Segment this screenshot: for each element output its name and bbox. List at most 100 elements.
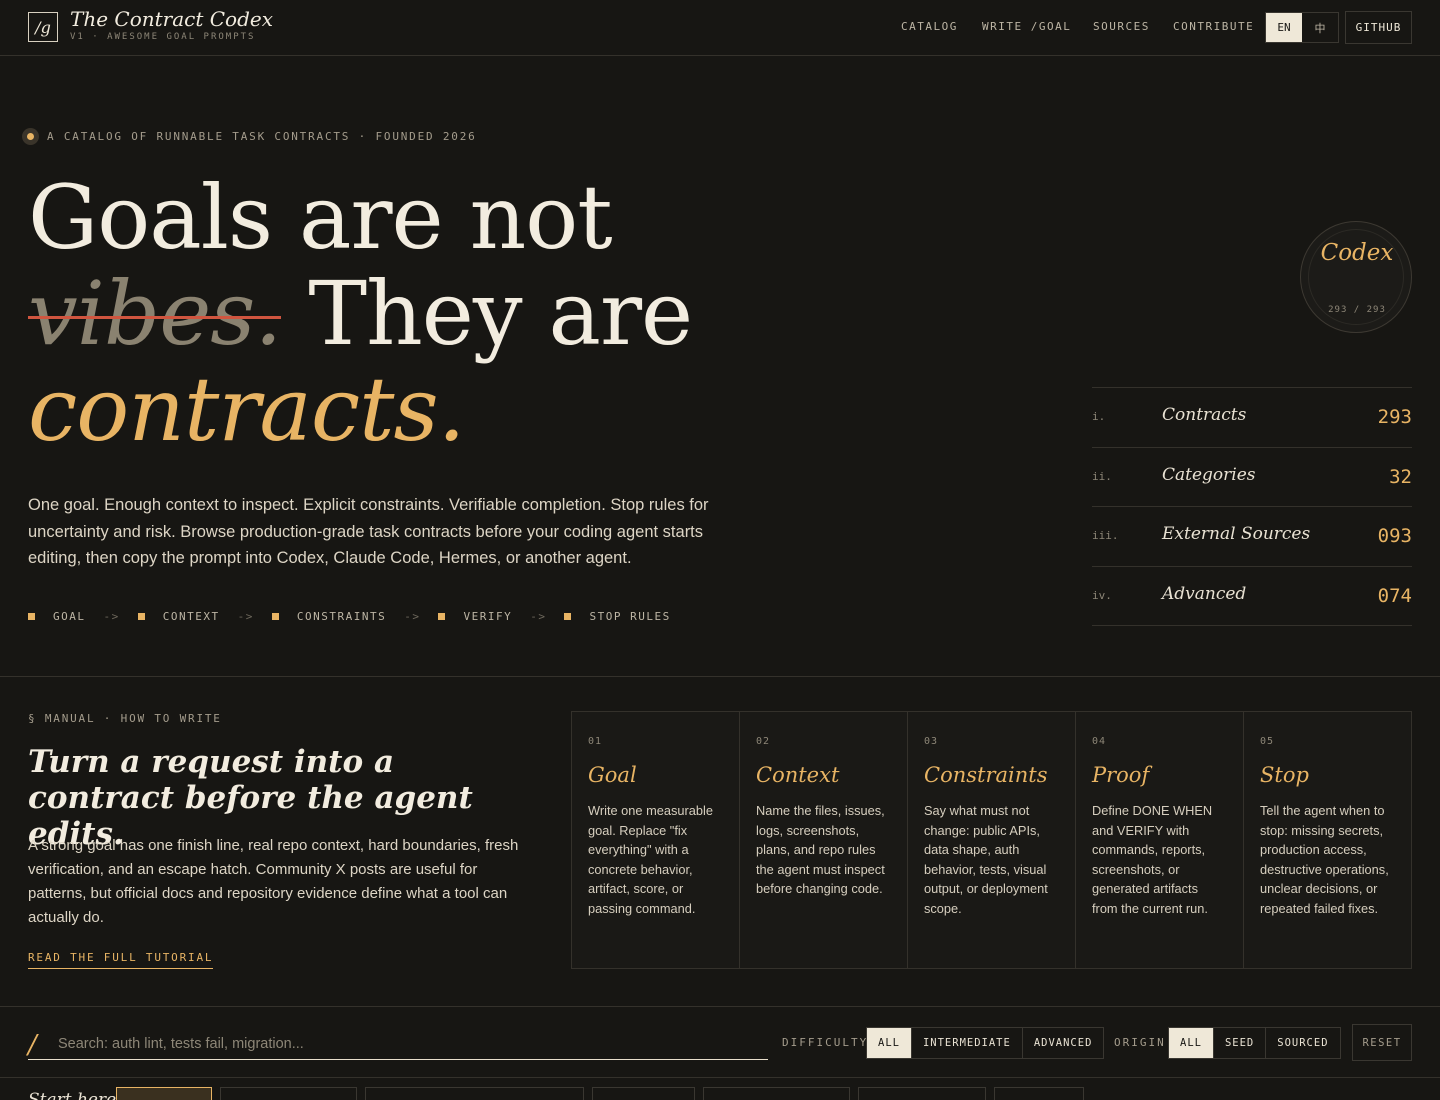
section-divider	[0, 676, 1440, 677]
origin-seed-button[interactable]: SEED	[1214, 1028, 1267, 1058]
status-dot-icon	[22, 128, 39, 145]
step-card-context: 02 Context Name the files, issues, logs,…	[740, 712, 908, 968]
stat-label: Categories	[1162, 464, 1256, 485]
slash-icon: /	[28, 1030, 37, 1060]
language-toggle: EN 中	[1265, 12, 1339, 43]
origin-filter: ALL SEED SOURCED	[1168, 1027, 1341, 1059]
site-subtitle: V1 · AWESOME GOAL PROMPTS	[70, 32, 256, 42]
origin-label: ORIGIN	[1114, 1036, 1166, 1049]
origin-all-button[interactable]: ALL	[1169, 1028, 1214, 1058]
stat-value: 293	[1377, 406, 1412, 428]
headline-line-1: Goals are not	[28, 166, 613, 269]
stat-row: iv. Advanced 074	[1092, 567, 1412, 626]
headline-line-2-rest: They are	[308, 262, 693, 365]
step-number: 01	[588, 736, 603, 747]
flow-marker-icon	[564, 613, 572, 620]
stats-table: i. Contracts 293 ii. Categories 32 iii. …	[1092, 387, 1412, 626]
lang-en-button[interactable]: EN	[1266, 13, 1302, 42]
flow-step: CONTEXT	[162, 610, 220, 623]
stat-value: 093	[1377, 525, 1412, 547]
step-card-proof: 04 Proof Define DONE WHEN and VERIFY wit…	[1076, 712, 1244, 968]
nav-contribute[interactable]: CONTRIBUTE	[1173, 20, 1254, 33]
step-description: Write one measurable goal. Replace "fix …	[588, 803, 713, 916]
seal-count: 293 / 293	[1328, 305, 1386, 315]
top-bar: /g The Contract Codex V1 · AWESOME GOAL …	[0, 0, 1440, 56]
flow-marker-icon	[438, 613, 446, 620]
seal-title: Codex	[1320, 240, 1394, 266]
logo-mark[interactable]: /g	[28, 12, 58, 42]
nav-catalog[interactable]: CATALOG	[901, 20, 958, 33]
flow-arrow: ->	[404, 610, 421, 623]
step-title: Stop	[1260, 763, 1309, 787]
start-here-label: Start here	[28, 1090, 117, 1100]
start-chip[interactable]	[365, 1087, 584, 1100]
stat-index: i.	[1092, 410, 1106, 423]
start-chip[interactable]	[592, 1087, 695, 1100]
manual-eyebrow: § MANUAL · HOW TO WRITE	[28, 712, 222, 725]
step-title: Proof	[1092, 763, 1150, 787]
github-button[interactable]: GITHUB	[1345, 11, 1412, 44]
flow-step: GOAL	[53, 610, 86, 623]
search-bar	[28, 1026, 768, 1060]
difficulty-intermediate-button[interactable]: INTERMEDIATE	[912, 1028, 1023, 1058]
manual-body: A strong goal has one finish line, real …	[28, 837, 519, 926]
nav-write-goal[interactable]: WRITE /GOAL	[982, 20, 1071, 33]
headline-line-3: contracts.	[28, 358, 466, 461]
flow-step: STOP RULES	[589, 610, 671, 623]
stat-row: ii. Categories 32	[1092, 448, 1412, 507]
site-title[interactable]: The Contract Codex	[70, 7, 273, 31]
flow-marker-icon	[137, 613, 145, 620]
step-card-goal: 01 Goal Write one measurable goal. Repla…	[572, 712, 740, 968]
step-description: Name the files, issues, logs, screenshot…	[756, 803, 885, 896]
difficulty-advanced-button[interactable]: ADVANCED	[1023, 1028, 1104, 1058]
stat-value: 32	[1389, 465, 1412, 488]
stat-label: Contracts	[1162, 405, 1247, 425]
step-number: 03	[924, 736, 939, 747]
step-card-stop: 05 Stop Tell the agent when to stop: mis…	[1244, 712, 1411, 968]
start-chip[interactable]	[116, 1087, 212, 1100]
stat-row: iii. External Sources 093	[1092, 507, 1412, 567]
stat-value: 074	[1377, 584, 1412, 607]
step-number: 05	[1260, 736, 1275, 747]
difficulty-all-button[interactable]: ALL	[867, 1028, 912, 1058]
step-description: Define DONE WHEN and VERIFY with command…	[1092, 803, 1213, 916]
flow-marker-icon	[28, 613, 35, 620]
reset-button[interactable]: RESET	[1352, 1024, 1412, 1061]
section-divider	[0, 1077, 1440, 1078]
contract-flow: GOAL -> CONTEXT -> CONSTRAINTS -> VERIFY…	[28, 610, 671, 623]
flow-arrow: ->	[237, 610, 254, 623]
hero-lead: One goal. Enough context to inspect. Exp…	[28, 496, 709, 567]
step-number: 02	[756, 736, 771, 747]
step-title: Constraints	[924, 763, 1048, 787]
stat-label: Advanced	[1162, 583, 1247, 604]
flow-marker-icon	[271, 613, 279, 620]
stat-index: ii.	[1092, 469, 1112, 483]
flow-step: CONSTRAINTS	[296, 610, 387, 623]
lang-zh-button[interactable]: 中	[1302, 13, 1338, 42]
stat-index: iv.	[1092, 588, 1112, 602]
step-title: Context	[756, 763, 840, 787]
step-card-constraints: 03 Constraints Say what must not change:…	[908, 712, 1076, 968]
stat-row: i. Contracts 293	[1092, 388, 1412, 448]
step-title: Goal	[588, 763, 637, 787]
start-chip[interactable]	[994, 1087, 1084, 1100]
flow-step: VERIFY	[463, 610, 513, 623]
search-input[interactable]	[58, 1030, 758, 1058]
section-divider	[0, 1006, 1440, 1007]
difficulty-filter: ALL INTERMEDIATE ADVANCED	[866, 1027, 1105, 1059]
nav-sources[interactable]: SOURCES	[1093, 20, 1150, 33]
step-description: Tell the agent when to stop: missing sec…	[1260, 803, 1389, 916]
read-tutorial-link[interactable]: READ THE FULL TUTORIAL	[28, 951, 214, 969]
flow-arrow: ->	[530, 610, 547, 623]
flow-arrow: ->	[103, 610, 120, 623]
start-chip[interactable]	[703, 1087, 850, 1100]
start-chip[interactable]	[858, 1087, 986, 1100]
stat-index: iii.	[1092, 529, 1119, 542]
contract-steps: 01 Goal Write one measurable goal. Repla…	[571, 711, 1412, 969]
difficulty-label: DIFFICULTY	[782, 1036, 869, 1049]
codex-seal: Codex 293 / 293	[1300, 221, 1412, 333]
start-chip[interactable]	[220, 1087, 357, 1100]
struck-word: vibes.	[28, 262, 282, 365]
origin-sourced-button[interactable]: SOURCED	[1266, 1028, 1339, 1058]
hero-eyebrow: A CATALOG OF RUNNABLE TASK CONTRACTS · F…	[22, 128, 477, 145]
